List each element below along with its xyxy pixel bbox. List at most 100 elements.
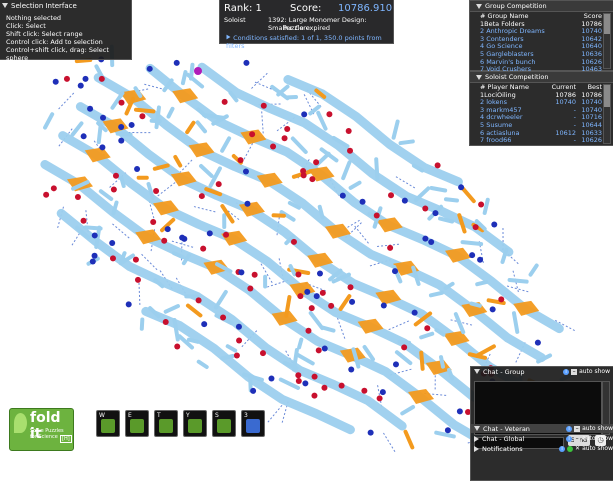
group-name-cell: 6 Marvin's bunch — [480, 59, 572, 67]
oxygen-atom — [309, 305, 315, 311]
collapse-triangle-icon[interactable] — [476, 4, 482, 9]
online-status-icon[interactable] — [567, 446, 573, 452]
oxygen-atom — [252, 272, 258, 278]
tool-button-y[interactable]: Y — [183, 410, 207, 437]
hotkey-label: Y — [186, 412, 190, 419]
hydrogen-bond — [251, 73, 267, 88]
sidechain-stick — [463, 188, 474, 201]
auto-show-label[interactable]: auto show — [579, 368, 610, 375]
auto-show-label[interactable]: auto show — [582, 425, 613, 432]
expand-triangle-icon[interactable] — [474, 446, 479, 452]
sidechain-stick — [183, 72, 186, 83]
info-icon[interactable]: i — [559, 446, 565, 452]
auto-show-label[interactable]: auto show — [582, 445, 613, 452]
info-icon[interactable]: i — [566, 436, 572, 442]
oxygen-atom — [133, 257, 139, 263]
tool-button-w[interactable]: W — [96, 410, 120, 437]
best-score-cell: 10626 — [576, 137, 602, 145]
column-header[interactable]: # Group Name — [480, 13, 572, 21]
minimize-icon[interactable]: – — [574, 436, 580, 442]
expand-triangle-icon[interactable] — [227, 35, 231, 40]
tool-button-3[interactable]: 3 — [241, 410, 265, 437]
foldit-logo[interactable]: fold it Solve Puzzles for Science [H] — [9, 408, 74, 451]
soloist-competition-header[interactable]: Soloist Competition — [470, 72, 613, 83]
current-score-cell: - — [548, 114, 576, 122]
tool-button-e[interactable]: E — [125, 410, 149, 437]
minimize-icon[interactable]: – — [574, 426, 580, 432]
info-icon[interactable]: i — [566, 426, 572, 432]
sidechain-stick — [187, 123, 193, 132]
auto-show-label[interactable]: auto show — [582, 435, 613, 442]
oxygen-atom — [75, 194, 81, 200]
scroll-thumb[interactable] — [604, 14, 610, 34]
hydrogen-bond — [142, 254, 158, 270]
chat-veteran-header[interactable]: Chat - Veteran i – auto show — [471, 424, 613, 433]
sidechain-stick — [343, 162, 349, 178]
scroll-thumb[interactable] — [604, 85, 610, 107]
nitrogen-atom — [244, 201, 250, 207]
nitrogen-atom — [490, 306, 496, 312]
nitrogen-atom — [118, 138, 124, 144]
sidechain-stick — [323, 328, 333, 331]
oxygen-atom — [220, 314, 226, 320]
chat-group-title: Chat - Group — [483, 368, 524, 376]
sidechain-stick — [351, 183, 360, 188]
oxygen-atom — [249, 131, 255, 137]
sidechain-stick — [463, 242, 482, 244]
tool-button-s[interactable]: S — [212, 410, 236, 437]
nitrogen-atom — [381, 302, 387, 308]
soloist-scrollbar[interactable] — [603, 84, 611, 144]
info-icon[interactable]: i — [563, 369, 569, 375]
oxygen-atom — [174, 343, 180, 349]
undo-icon — [159, 419, 173, 433]
collapse-triangle-icon[interactable] — [474, 369, 480, 374]
sidechain-stick — [471, 304, 479, 306]
nitrogen-atom — [393, 361, 399, 367]
hydrogen-bond — [158, 182, 175, 195]
sidechain-stick — [175, 157, 180, 165]
minimize-icon[interactable]: – — [571, 369, 577, 375]
sidechain-stick — [402, 407, 413, 413]
shake-icon — [130, 419, 144, 433]
tool-button-t[interactable]: T — [154, 410, 178, 437]
nitrogen-atom — [428, 239, 434, 245]
chat-group-header[interactable]: Chat - Group i – auto show — [471, 367, 613, 376]
collapse-triangle-icon[interactable] — [2, 3, 8, 8]
column-header[interactable]: # Player Name — [480, 84, 548, 92]
move-icon — [246, 419, 260, 433]
sidechain-stick — [441, 357, 443, 367]
group-competition-header[interactable]: Group Competition — [470, 1, 613, 12]
table-row[interactable]: 7 frood66-10626 — [480, 137, 602, 145]
player-name-cell: 7 frood66 — [480, 137, 548, 145]
sidechain-stick — [406, 432, 413, 448]
sidechain-stick — [531, 265, 537, 274]
leaf-logo-icon — [14, 413, 27, 433]
collapse-triangle-icon[interactable] — [476, 75, 482, 80]
oxygen-atom — [216, 181, 222, 187]
player-name-cell: 4 dcrwheeler — [480, 114, 548, 122]
nitrogen-atom — [457, 408, 463, 414]
oxygen-atom — [196, 297, 202, 303]
sidechain-stick — [341, 296, 350, 309]
collapse-triangle-icon[interactable] — [474, 426, 480, 431]
conditions-toggle[interactable]: Conditions satisfied: 1 of 1, 350.0 poin… — [226, 34, 393, 50]
close-icon[interactable]: ✕ — [575, 445, 580, 452]
nitrogen-atom — [268, 376, 274, 382]
chat-global-header[interactable]: Chat - Global i – auto show — [471, 434, 613, 443]
sidechain-stick — [514, 313, 517, 332]
oxygen-atom — [297, 293, 303, 299]
nitrogen-atom — [201, 321, 207, 327]
score-value: 10786.910 — [338, 3, 392, 14]
expand-triangle-icon[interactable] — [474, 436, 479, 442]
group-scrollbar[interactable] — [603, 13, 611, 69]
sidechain-stick — [394, 122, 398, 138]
sidechain-stick — [485, 200, 488, 213]
notifications-header[interactable]: Notifications i ✕ auto show — [471, 444, 613, 453]
hydrogen-bond — [262, 111, 264, 133]
nitrogen-atom — [236, 324, 242, 330]
nitrogen-atom — [243, 169, 249, 175]
nitrogen-atom — [380, 389, 386, 395]
logo-badge: [H] — [60, 435, 72, 443]
selection-interface-header[interactable]: Selection Interface — [0, 0, 131, 11]
oxygen-atom — [161, 238, 167, 244]
